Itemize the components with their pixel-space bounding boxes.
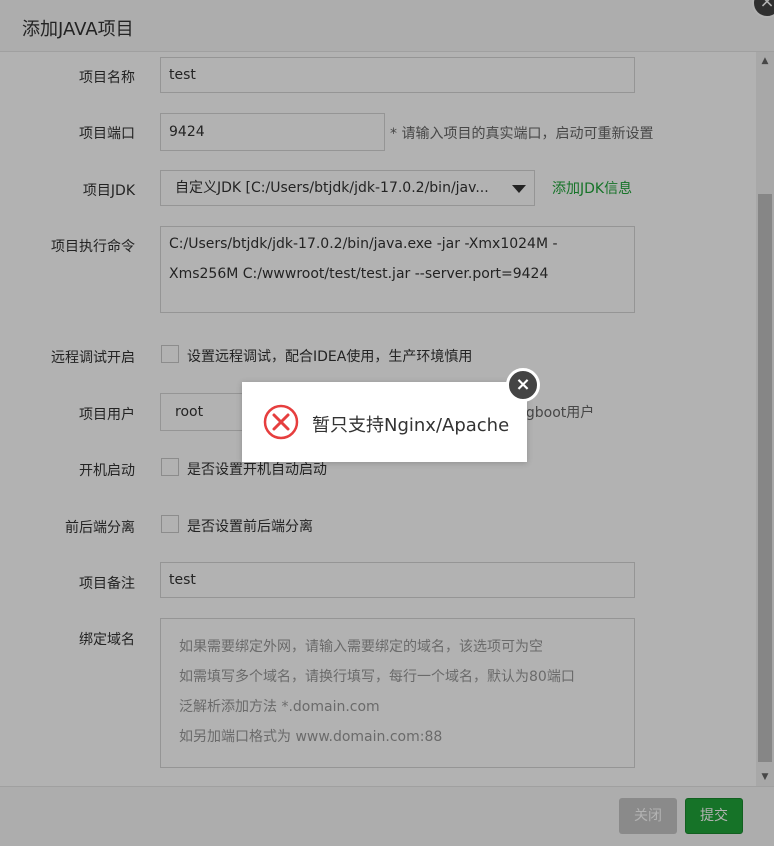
toast-close-icon[interactable]: × [506,368,540,402]
toast-message: 暂只支持Nginx/Apache [312,415,510,436]
error-circle-icon [263,404,299,440]
error-toast: 暂只支持Nginx/Apache × [242,368,540,462]
